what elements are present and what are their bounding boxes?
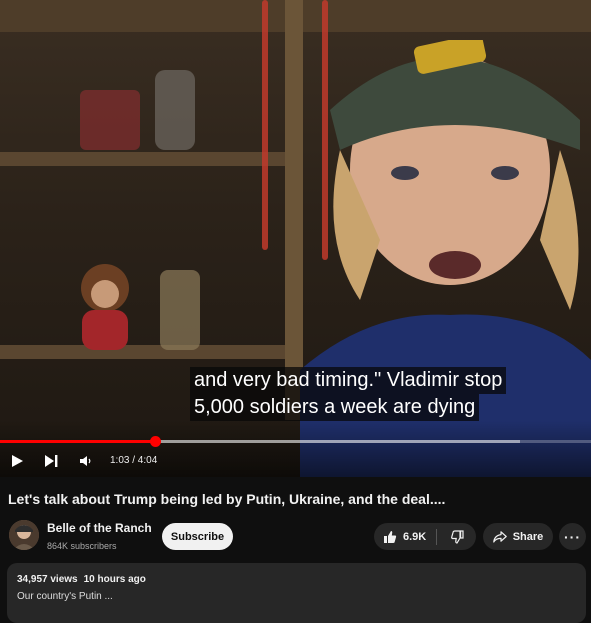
video-title: Let's talk about Trump being led by Puti…	[8, 491, 446, 507]
more-actions-button[interactable]: ···	[559, 523, 586, 550]
play-icon	[12, 455, 23, 467]
like-dislike-group: 6.9K	[374, 523, 476, 550]
caption-line: and very bad timing." Vladimir stop	[190, 367, 507, 394]
thumbs-down-icon	[450, 529, 464, 544]
progress-bar[interactable]	[0, 436, 591, 447]
channel-name[interactable]: Belle of the Ranch	[47, 521, 152, 535]
upload-age: 10 hours ago	[83, 574, 146, 585]
like-button[interactable]: 6.9K	[374, 523, 436, 550]
scene-rope	[262, 0, 268, 250]
caption-line: 5,000 soldiers a week are dying	[190, 394, 480, 421]
captions: and very bad timing." Vladimir stop 5,00…	[190, 367, 507, 421]
description-box[interactable]: 34,957 views 10 hours ago Our country's P…	[7, 563, 586, 623]
dislike-button[interactable]	[437, 523, 476, 550]
description-preview: Our country's Putin ...	[17, 591, 113, 602]
thumbs-up-icon	[384, 530, 397, 543]
subscribe-button[interactable]: Subscribe	[162, 523, 233, 550]
volume-icon	[80, 456, 91, 466]
like-count: 6.9K	[403, 530, 427, 543]
avatar-image	[9, 520, 39, 550]
scene-plush-monkey	[81, 264, 129, 350]
channel-avatar[interactable]	[9, 520, 39, 550]
subscriber-count: 864K subscribers	[47, 541, 117, 551]
scene-shelf-middle	[0, 152, 300, 166]
view-count: 34,957 views	[17, 574, 78, 585]
next-icon	[45, 455, 58, 467]
next-button[interactable]	[44, 452, 58, 470]
share-icon	[492, 530, 507, 543]
scene-jar	[160, 270, 200, 350]
video-meta: 34,957 views 10 hours ago	[17, 574, 152, 585]
scene-shelf-lower	[0, 345, 300, 359]
time-display: 1:03 / 4:04	[110, 455, 158, 466]
video-player[interactable]: and very bad timing." Vladimir stop 5,00…	[0, 0, 591, 477]
progress-played	[0, 440, 156, 443]
volume-button[interactable]	[79, 452, 93, 470]
share-label: Share	[512, 530, 544, 543]
play-button[interactable]	[10, 452, 24, 470]
share-button[interactable]: Share	[483, 523, 553, 550]
scene-jar	[155, 70, 195, 150]
scene-mug	[80, 90, 140, 150]
